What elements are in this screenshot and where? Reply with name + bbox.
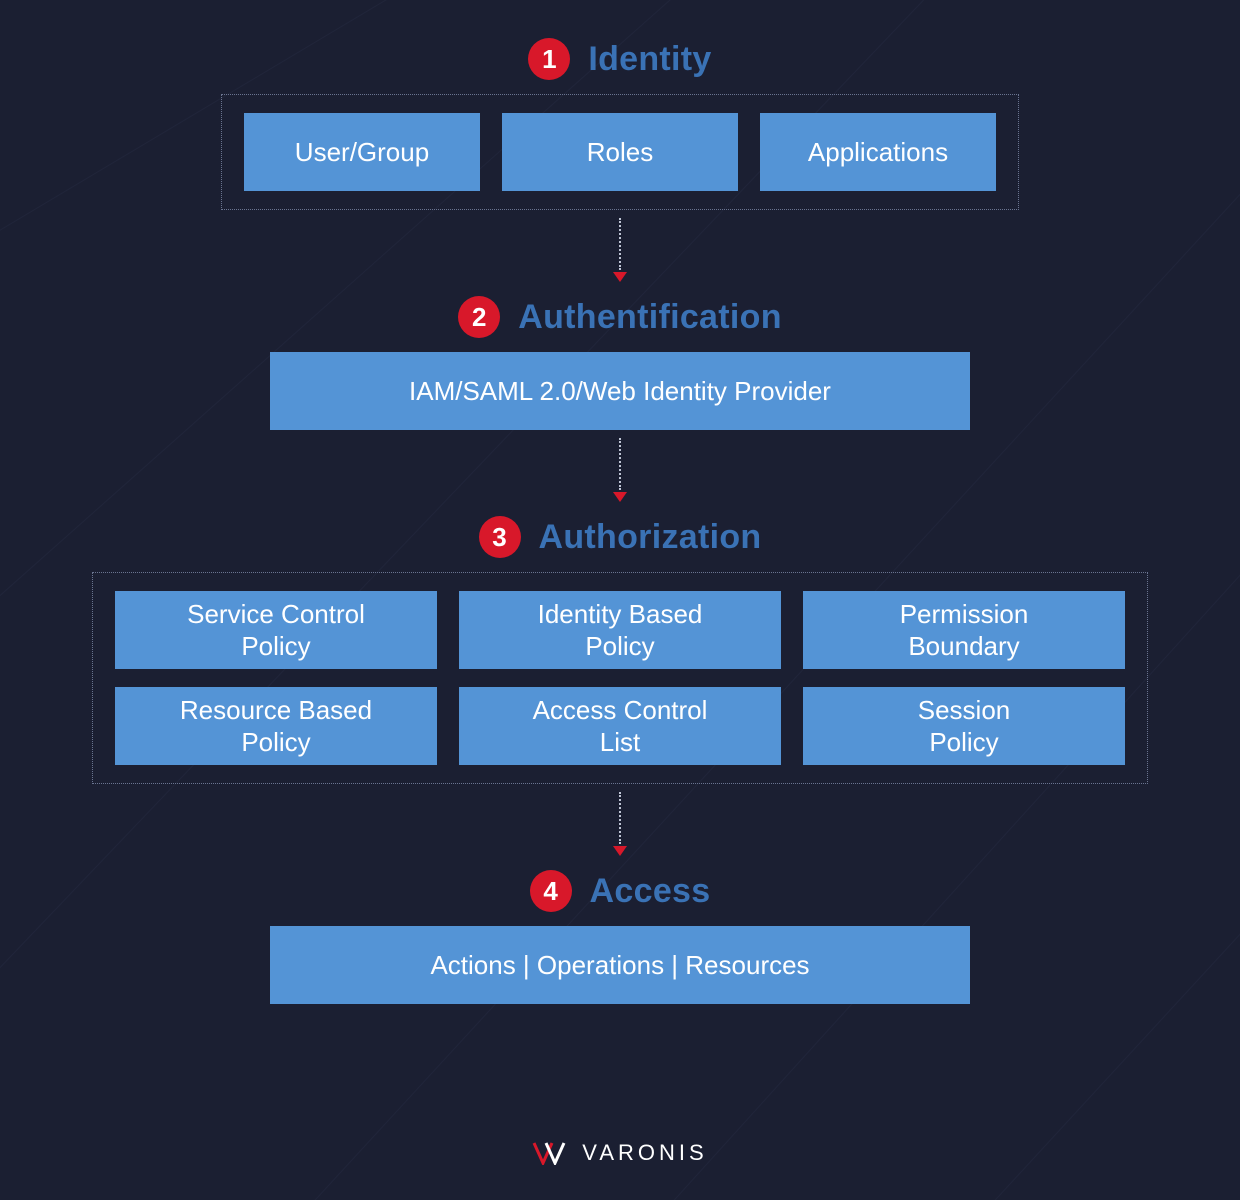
section-1-header: 1 Identity: [528, 38, 711, 80]
authz-row-1: Service ControlPolicy Identity BasedPoli…: [115, 591, 1125, 669]
identity-row: User/Group Roles Applications: [244, 113, 996, 191]
tile-access: Actions | Operations | Resources: [270, 926, 970, 1004]
tile-applications: Applications: [760, 113, 996, 191]
tile-session-policy: SessionPolicy: [803, 687, 1125, 765]
section-1-title: Identity: [588, 40, 711, 79]
diagram-root: 1 Identity User/Group Roles Applications…: [0, 0, 1240, 1004]
section-4-title: Access: [590, 872, 711, 911]
brand-name: VARONIS: [582, 1140, 707, 1166]
tile-acl: Access ControlList: [459, 687, 781, 765]
step-badge-4: 4: [530, 870, 572, 912]
tile-user-group: User/Group: [244, 113, 480, 191]
section-4-header: 4 Access: [530, 870, 711, 912]
section-2-title: Authentification: [518, 298, 782, 337]
section-2-header: 2 Authentification: [458, 296, 782, 338]
authz-row-2: Resource BasedPolicy Access ControlList …: [115, 687, 1125, 765]
tile-identity-policy: Identity BasedPolicy: [459, 591, 781, 669]
section-3-header: 3 Authorization: [479, 516, 762, 558]
section-3-box: Service ControlPolicy Identity BasedPoli…: [92, 572, 1148, 784]
tile-resource-policy: Resource BasedPolicy: [115, 687, 437, 765]
section-3-title: Authorization: [539, 518, 762, 557]
tile-permission-boundary: PermissionBoundary: [803, 591, 1125, 669]
section-1-box: User/Group Roles Applications: [221, 94, 1019, 210]
tile-roles: Roles: [502, 113, 738, 191]
tile-iam-saml: IAM/SAML 2.0/Web Identity Provider: [270, 352, 970, 430]
brand-logo-icon: [532, 1141, 572, 1165]
connector-2-3: [613, 438, 627, 502]
tile-scp: Service ControlPolicy: [115, 591, 437, 669]
step-badge-3: 3: [479, 516, 521, 558]
connector-1-2: [613, 218, 627, 282]
brand-footer: VARONIS: [0, 1140, 1240, 1166]
step-badge-1: 1: [528, 38, 570, 80]
step-badge-2: 2: [458, 296, 500, 338]
connector-3-4: [613, 792, 627, 856]
